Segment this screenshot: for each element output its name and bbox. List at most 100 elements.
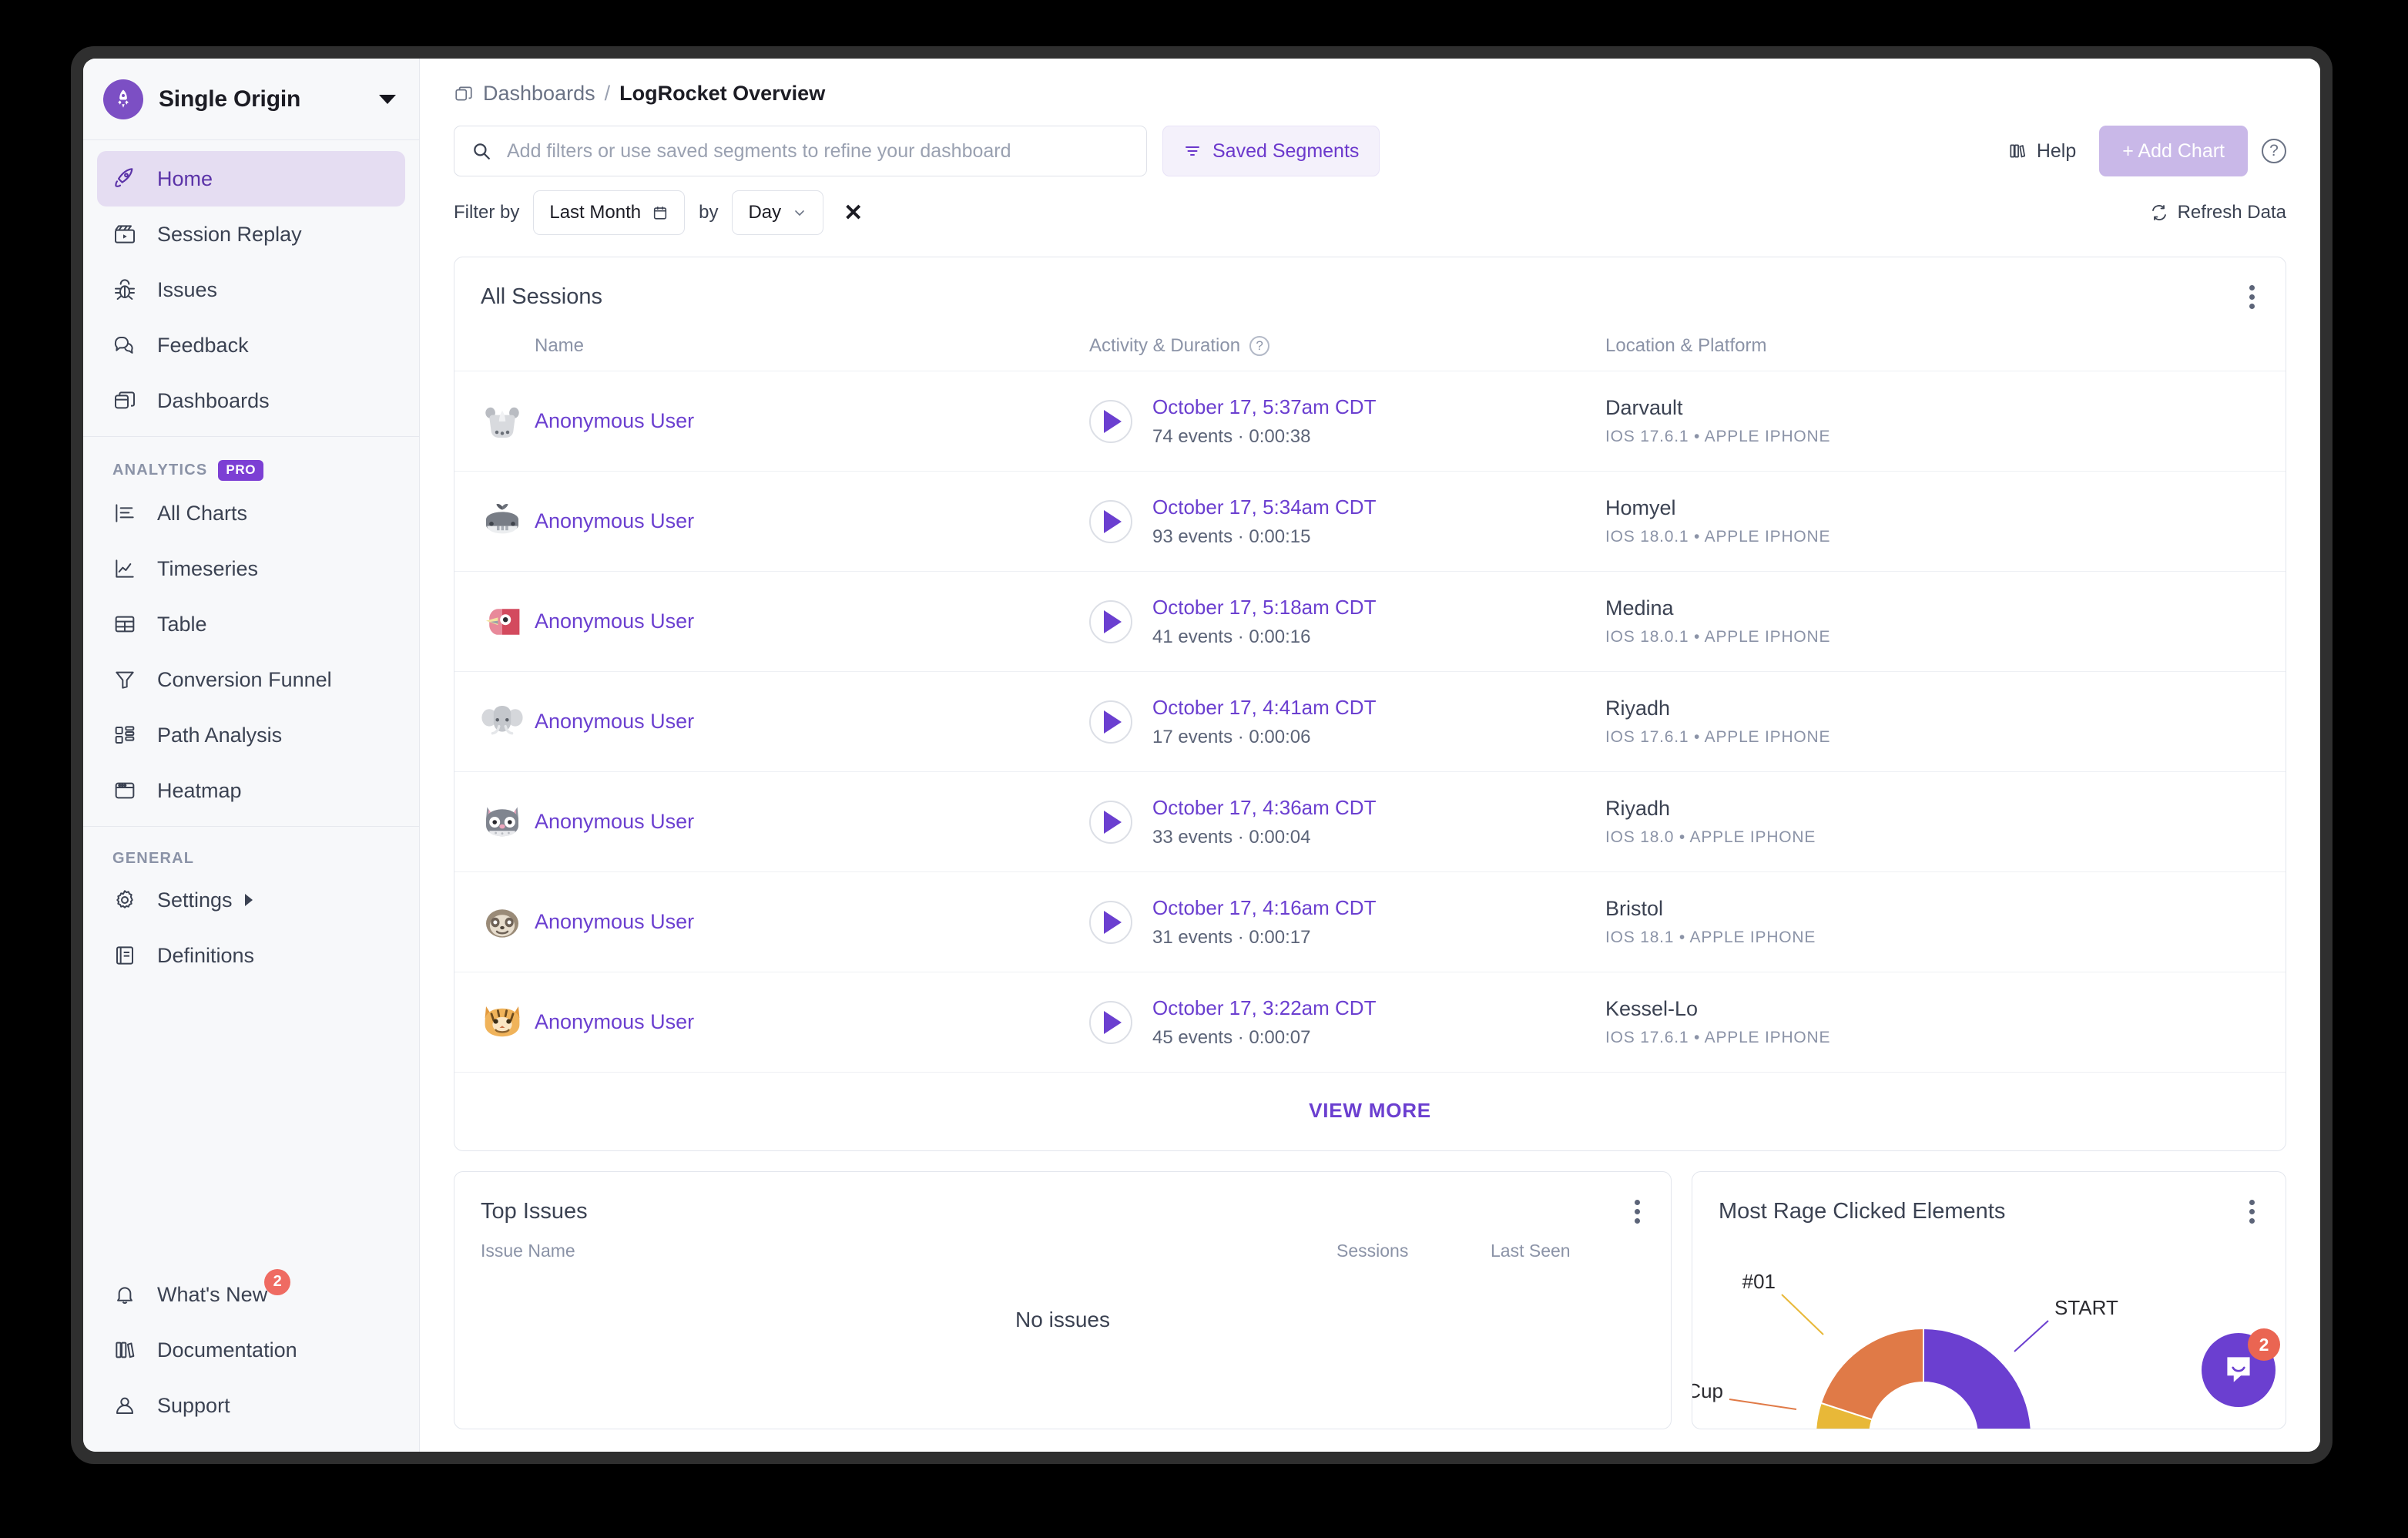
sidebar-item-heatmap[interactable]: Heatmap (97, 763, 405, 818)
sidebar-item-support[interactable]: Support (97, 1378, 405, 1433)
table-row[interactable]: Anonymous User October 17, 4:36am CDT 33 e… (454, 772, 2286, 872)
session-user-link[interactable]: Anonymous User (535, 910, 694, 934)
session-timestamp[interactable]: October 17, 5:37am CDT (1152, 395, 1376, 418)
session-location-cell: Darvault IOS 17.6.1 • APPLE IPHONE (1605, 396, 2259, 446)
heatmap-icon (112, 778, 143, 803)
session-user-link[interactable]: Anonymous User (535, 810, 694, 834)
rhino-avatar (481, 400, 524, 443)
sidebar-item-timeseries[interactable]: Timeseries (97, 541, 405, 596)
session-name-cell: Anonymous User (481, 500, 1089, 543)
session-platform: IOS 18.0.1 • APPLE IPHONE (1605, 528, 1831, 546)
session-timestamp[interactable]: October 17, 4:41am CDT (1152, 696, 1376, 719)
help-button[interactable]: Help (2007, 140, 2076, 163)
session-location-cell: Riyadh IOS 17.6.1 • APPLE IPHONE (1605, 697, 2259, 747)
session-user-link[interactable]: Anonymous User (535, 409, 694, 433)
kebab-menu-icon[interactable] (2245, 1195, 2259, 1228)
question-circle-icon[interactable]: ? (2262, 139, 2286, 163)
section-label: ANALYTICS (112, 462, 208, 479)
sidebar-section-analytics: ANALYTICS PRO (97, 448, 405, 485)
sidebar-item-home[interactable]: Home (97, 151, 405, 207)
sidebar-section-general: GENERAL (97, 838, 405, 872)
sidebar-item-issues[interactable]: Issues (97, 262, 405, 317)
sidebar-item-label: Support (157, 1393, 230, 1417)
session-timestamp[interactable]: October 17, 5:34am CDT (1152, 495, 1376, 519)
session-timestamp[interactable]: October 17, 5:18am CDT (1152, 596, 1376, 619)
session-activity-cell: October 17, 5:37am CDT 74 events · 0:00:3… (1089, 395, 1605, 448)
saved-segments-button[interactable]: Saved Segments (1162, 126, 1380, 176)
play-icon[interactable] (1089, 800, 1132, 844)
play-icon[interactable] (1089, 499, 1132, 543)
donut-slice[interactable] (1923, 1327, 2032, 1429)
refresh-data-button[interactable]: Refresh Data (2150, 202, 2286, 223)
table-icon (112, 612, 143, 636)
session-meta: 93 events · 0:00:15 (1152, 526, 1311, 547)
session-activity-cell: October 17, 5:18am CDT 41 events · 0:00:1… (1089, 596, 1605, 648)
sidebar-item-session-replay[interactable]: Session Replay (97, 207, 405, 262)
breadcrumb-dashboards[interactable]: Dashboards (483, 82, 595, 106)
sidebar-item-path-analysis[interactable]: Path Analysis (97, 707, 405, 763)
bell-icon (112, 1282, 143, 1307)
intercom-launcher-button[interactable]: 2 (2202, 1328, 2280, 1407)
table-row[interactable]: Anonymous User October 17, 5:18am CDT 41 e… (454, 572, 2286, 672)
view-more-button[interactable]: VIEW MORE (454, 1073, 2286, 1150)
sidebar-item-settings[interactable]: Settings (97, 872, 405, 928)
play-icon[interactable] (1089, 399, 1132, 443)
sidebar-item-table[interactable]: Table (97, 596, 405, 652)
session-timestamp[interactable]: October 17, 3:22am CDT (1152, 996, 1376, 1019)
kebab-menu-icon[interactable] (2245, 280, 2259, 314)
sidebar-item-documentation[interactable]: Documentation (97, 1322, 405, 1378)
chevron-down-icon[interactable] (379, 94, 396, 104)
session-name-cell: Anonymous User (481, 700, 1089, 744)
table-row[interactable]: Anonymous User October 17, 4:41am CDT 17 e… (454, 672, 2286, 772)
play-icon[interactable] (1089, 599, 1132, 643)
table-row[interactable]: Anonymous User October 17, 5:37am CDT 74 e… (454, 371, 2286, 472)
session-timestamp[interactable]: October 17, 4:36am CDT (1152, 796, 1376, 819)
session-user-link[interactable]: Anonymous User (535, 609, 694, 633)
donut-slice-label: 4 Cup (1692, 1379, 1723, 1402)
question-circle-icon[interactable]: ? (1249, 336, 1270, 356)
granularity-selector[interactable]: Day (732, 190, 824, 235)
play-icon[interactable] (1089, 700, 1132, 744)
all-sessions-header: All Sessions (454, 257, 2286, 321)
session-city: Riyadh (1605, 797, 1671, 820)
search-input[interactable] (505, 139, 1129, 163)
sidebar-item-dashboards[interactable]: Dashboards (97, 373, 405, 428)
clear-filter-button[interactable]: ✕ (843, 200, 863, 227)
session-timestamp[interactable]: October 17, 4:16am CDT (1152, 896, 1376, 919)
filter-by-label: Filter by (454, 202, 520, 223)
add-chart-button[interactable]: + Add Chart (2099, 126, 2248, 176)
sidebar-item-label: Home (157, 166, 213, 190)
table-row[interactable]: Anonymous User October 17, 4:16am CDT 31 e… (454, 872, 2286, 972)
sidebar-item-label: Path Analysis (157, 723, 283, 747)
org-switcher[interactable]: Single Origin (83, 59, 419, 140)
line-chart-icon (112, 556, 143, 581)
sidebar-item-definitions[interactable]: Definitions (97, 928, 405, 983)
column-header-last-seen: Last Seen (1491, 1241, 1571, 1261)
rage-card-header: Most Rage Clicked Elements (1692, 1172, 2286, 1236)
sidebar-item-conversion-funnel[interactable]: Conversion Funnel (97, 652, 405, 707)
session-user-link[interactable]: Anonymous User (535, 1010, 694, 1034)
table-row[interactable]: Anonymous User October 17, 3:22am CDT 45 e… (454, 972, 2286, 1073)
session-user-link[interactable]: Anonymous User (535, 710, 694, 734)
play-icon[interactable] (1089, 900, 1132, 944)
session-name-cell: Anonymous User (481, 901, 1089, 944)
donut-slice[interactable] (1819, 1327, 1924, 1421)
card-title: All Sessions (481, 284, 602, 309)
sidebar-item-feedback[interactable]: Feedback (97, 317, 405, 373)
book-icon (112, 943, 143, 968)
kebab-menu-icon[interactable] (1630, 1195, 1645, 1228)
refresh-icon (2150, 203, 2168, 222)
play-icon[interactable] (1089, 1000, 1132, 1044)
sidebar-item-whats-new[interactable]: What's New 2 (97, 1267, 405, 1322)
search-icon (471, 141, 491, 161)
table-row[interactable]: Anonymous User October 17, 5:34am CDT 93 e… (454, 472, 2286, 572)
session-user-link[interactable]: Anonymous User (535, 509, 694, 533)
session-platform: IOS 17.6.1 • APPLE IPHONE (1605, 428, 1831, 445)
sidebar-item-all-charts[interactable]: All Charts (97, 485, 405, 541)
session-platform: IOS 18.0.1 • APPLE IPHONE (1605, 628, 1831, 646)
path-analysis-icon (112, 723, 143, 747)
status-badge: 2 (264, 1268, 291, 1295)
column-header-activity: Activity & Duration ? (1089, 335, 1605, 357)
search-filter-box[interactable] (454, 126, 1147, 176)
date-range-selector[interactable]: Last Month (533, 190, 686, 235)
